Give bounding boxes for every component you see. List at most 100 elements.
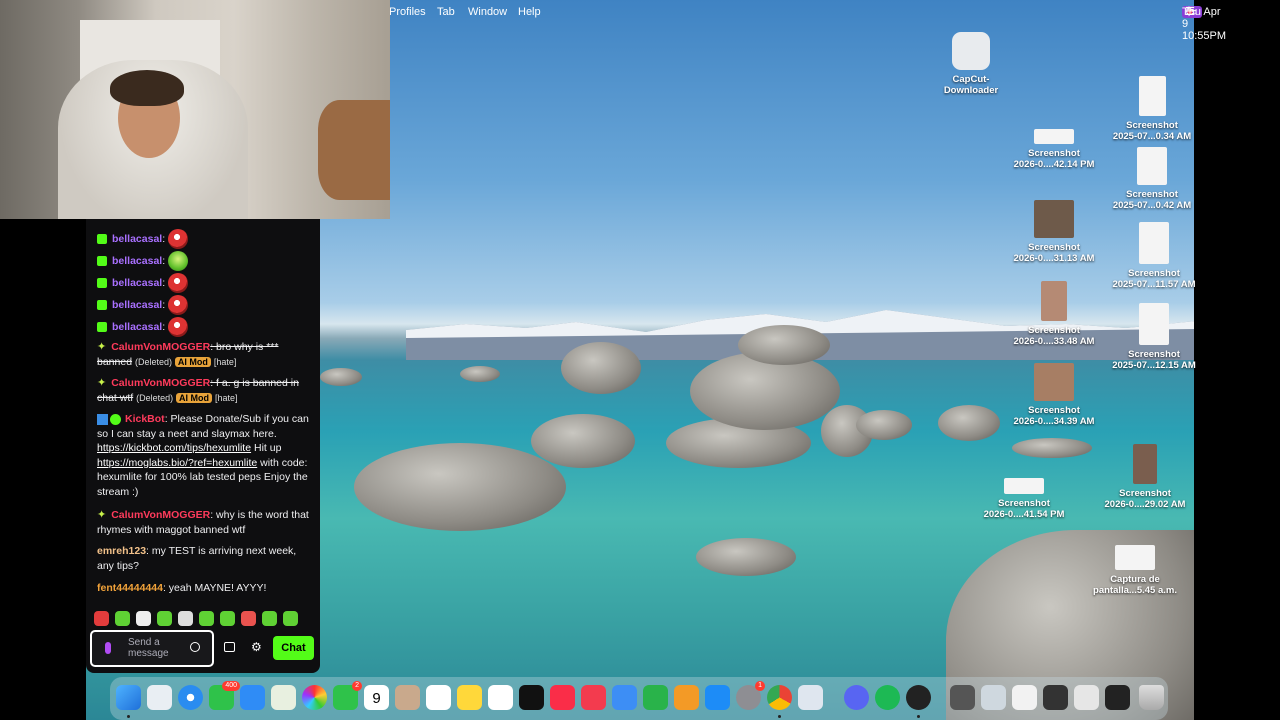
store-icon[interactable] xyxy=(224,642,235,652)
menu-profiles[interactable]: Profiles xyxy=(389,6,426,18)
emoji-picker-icon[interactable] xyxy=(190,642,200,652)
emote-button[interactable] xyxy=(241,611,256,626)
chat-username[interactable]: bellacasal xyxy=(112,299,162,311)
person-hair xyxy=(110,70,184,106)
chat-username[interactable]: bellacasal xyxy=(112,233,162,245)
preview-icon[interactable] xyxy=(798,685,823,710)
emote-button[interactable] xyxy=(115,611,130,626)
chrome-icon[interactable] xyxy=(767,685,792,710)
launchpad-icon[interactable] xyxy=(147,685,172,710)
file-thumbnail xyxy=(1034,363,1074,401)
emote-button[interactable] xyxy=(262,611,277,626)
photos-icon[interactable] xyxy=(302,685,327,710)
trash-icon[interactable] xyxy=(1139,685,1164,710)
boulder xyxy=(460,366,500,382)
microphone-icon[interactable] xyxy=(105,642,111,654)
chat-text: : xyxy=(162,276,166,289)
tip-link[interactable]: https://kickbot.com/tips/hexumlite xyxy=(97,442,251,454)
icon-label: Screenshot xyxy=(1128,349,1180,360)
emote-button[interactable] xyxy=(178,611,193,626)
discord-icon[interactable] xyxy=(844,685,869,710)
news-icon[interactable] xyxy=(581,685,606,710)
gift-badge-icon xyxy=(97,278,107,288)
safari-icon[interactable] xyxy=(178,685,203,710)
desktop-icon-screenshot[interactable]: Screenshot 2025-07...0.34 AM xyxy=(1107,76,1197,142)
chat-username[interactable]: bellacasal xyxy=(112,321,162,333)
desktop-icon-capcut[interactable]: CapCut- Downloader xyxy=(926,32,1016,96)
app-store-icon[interactable] xyxy=(705,685,730,710)
desktop-icon-screenshot[interactable]: Screenshot 2025-07...0.42 AM xyxy=(1107,147,1197,211)
mail-icon[interactable] xyxy=(240,685,265,710)
recent-window-thumbnail[interactable] xyxy=(1043,685,1068,710)
icon-label: Screenshot xyxy=(1028,148,1080,159)
emote-button[interactable] xyxy=(94,611,109,626)
emote-icon xyxy=(168,295,189,315)
finder-icon[interactable] xyxy=(116,685,141,710)
file-thumbnail xyxy=(1004,478,1044,494)
desktop-icon-screenshot[interactable]: Screenshot 2026-0....42.14 PM xyxy=(1009,129,1099,170)
desktop-icon-screenshot[interactable]: Screenshot 2026-0....33.48 AM xyxy=(1009,281,1099,347)
contacts-icon[interactable] xyxy=(395,685,420,710)
menu-tab[interactable]: Tab xyxy=(437,6,455,18)
chat-send-button[interactable]: Chat xyxy=(273,636,314,660)
keynote-icon[interactable] xyxy=(612,685,637,710)
desktop-icon-screenshot[interactable]: Screenshot 2025-07...12.15 AM xyxy=(1109,303,1199,371)
chat-username[interactable]: KickBot xyxy=(125,413,165,425)
chat-username[interactable]: CalumVonMOGGER xyxy=(111,341,210,353)
obs-icon[interactable] xyxy=(906,685,931,710)
pages-icon[interactable] xyxy=(674,685,699,710)
chat-text: : xyxy=(162,298,166,311)
recent-window-thumbnail[interactable] xyxy=(950,685,975,710)
right-letterbox xyxy=(1194,0,1280,720)
facetime-icon[interactable]: 2 xyxy=(333,681,362,710)
reminders-icon[interactable] xyxy=(426,685,451,710)
bot-badge-icon xyxy=(97,413,108,425)
recent-window-thumbnail[interactable] xyxy=(981,685,1006,710)
notes-icon[interactable] xyxy=(457,685,482,710)
emote-icon xyxy=(168,317,189,337)
messages-icon[interactable]: 400 xyxy=(209,681,240,710)
chat-username[interactable]: bellacasal xyxy=(112,255,162,267)
icon-label: Screenshot xyxy=(1028,325,1080,336)
notification-badge: 1 xyxy=(755,681,765,691)
icon-label: 2026-0....42.14 PM xyxy=(1013,159,1095,170)
emote-button[interactable] xyxy=(220,611,235,626)
promo-link[interactable]: https://moglabs.bio/?ref=hexumlite xyxy=(97,457,257,469)
desktop-icon-screenshot[interactable]: Screenshot 2025-07...11.57 AM xyxy=(1109,222,1199,290)
webcam-overlay xyxy=(0,0,390,219)
chat-message-input[interactable]: Send a message xyxy=(90,630,214,667)
emote-button[interactable] xyxy=(157,611,172,626)
sparkle-badge-icon: ✦ xyxy=(97,341,107,353)
recent-window-thumbnail[interactable] xyxy=(1074,685,1099,710)
chat-username[interactable]: fent44444444 xyxy=(97,582,163,594)
file-thumbnail xyxy=(1137,147,1167,185)
recent-window-thumbnail[interactable] xyxy=(1105,685,1130,710)
emote-button[interactable] xyxy=(283,611,298,626)
chat-username[interactable]: emreh123 xyxy=(97,545,146,557)
chat-username[interactable]: bellacasal xyxy=(112,277,162,289)
emote-button[interactable] xyxy=(136,611,151,626)
emote-button[interactable] xyxy=(199,611,214,626)
apple-tv-icon[interactable] xyxy=(519,685,544,710)
recent-window-thumbnail[interactable] xyxy=(1012,685,1037,710)
freeform-icon[interactable] xyxy=(488,685,513,710)
desktop-icon-screenshot[interactable]: Screenshot 2026-0....41.54 PM xyxy=(979,478,1069,520)
chat-username[interactable]: CalumVonMOGGER xyxy=(111,377,210,389)
gear-icon[interactable]: ⚙ xyxy=(251,640,262,654)
music-icon[interactable] xyxy=(550,685,575,710)
menu-window[interactable]: Window xyxy=(468,6,507,18)
desktop-icon-screenshot[interactable]: Screenshot 2026-0....34.39 AM xyxy=(1009,363,1099,427)
menu-clock[interactable]: Thu Apr 9 10:55PM xyxy=(1182,6,1226,42)
system-settings-icon[interactable]: 1 xyxy=(736,681,765,710)
numbers-icon[interactable] xyxy=(643,685,668,710)
chat-text: : xyxy=(162,232,166,245)
chat-message-deleted: ✦ CalumVonMOGGER: bro why is *** banned (… xyxy=(97,340,311,369)
chat-username[interactable]: CalumVonMOGGER xyxy=(111,509,210,521)
desktop-icon-screenshot[interactable]: Screenshot 2026-0....31.13 AM xyxy=(1009,200,1099,264)
spotify-icon[interactable] xyxy=(875,685,900,710)
calendar-icon[interactable]: 9 xyxy=(364,685,389,710)
menu-help[interactable]: Help xyxy=(518,6,541,18)
maps-icon[interactable] xyxy=(271,685,296,710)
desktop-icon-screenshot[interactable]: Captura de pantalla...5.45 a.m. xyxy=(1090,545,1180,596)
desktop-icon-screenshot[interactable]: Screenshot 2026-0....29.02 AM xyxy=(1100,444,1190,510)
